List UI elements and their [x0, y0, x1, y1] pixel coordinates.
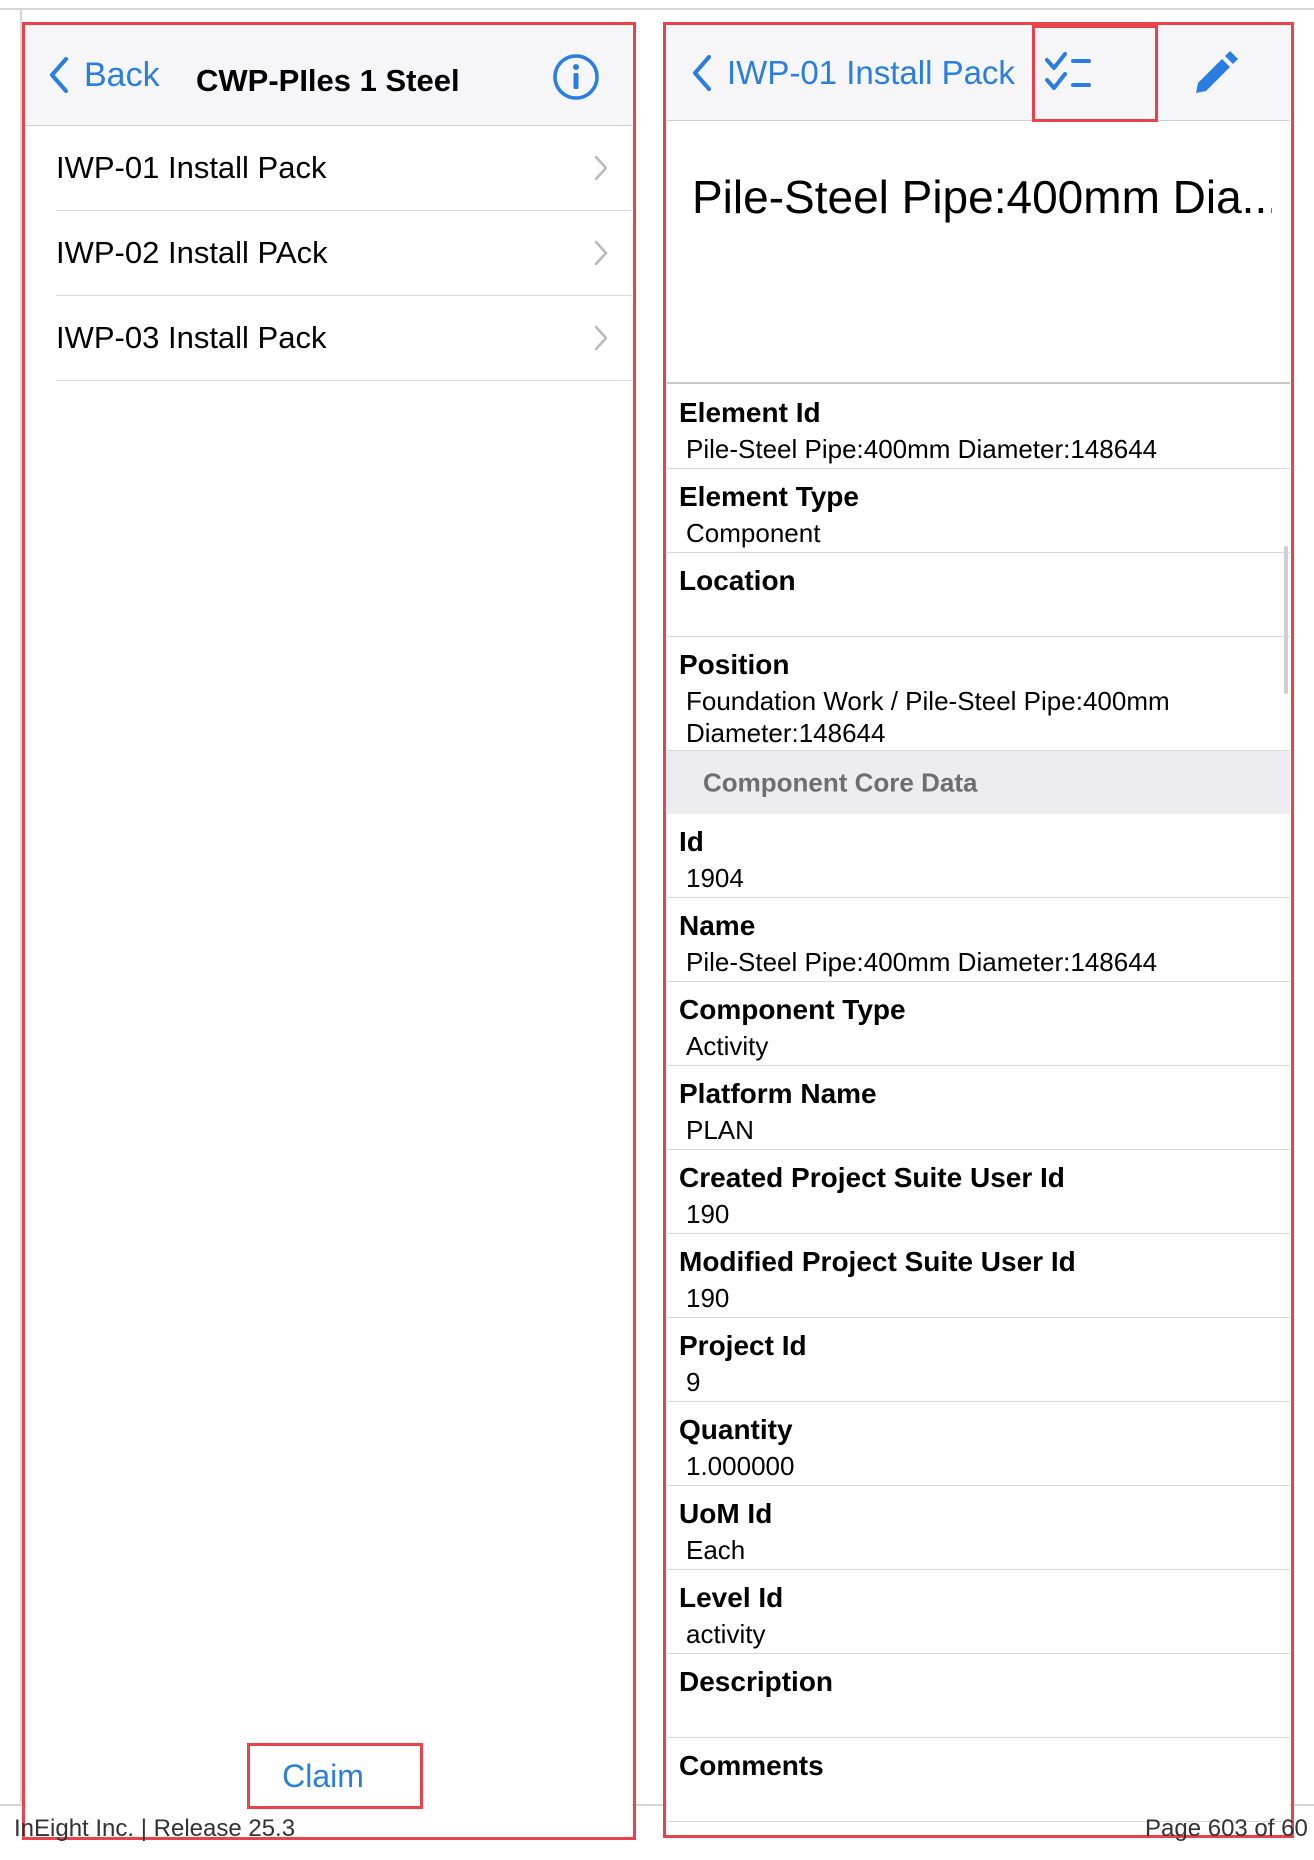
page-border-top: [0, 8, 1314, 10]
property-list: Element Id Pile-Steel Pipe:400mm Diamete…: [667, 385, 1290, 1822]
page-border-left: [20, 8, 22, 1803]
list-item[interactable]: IWP-03 Install Pack: [56, 296, 632, 381]
property-value: Component: [686, 518, 821, 548]
section-header: Component Core Data: [667, 751, 1290, 814]
page-title: CWP-PIles 1 Steel: [196, 63, 460, 98]
property-row: Id 1904: [667, 814, 1290, 898]
footer-release-info: InEight Inc. | Release 25.3: [14, 1815, 296, 1842]
property-value: activity: [686, 1619, 766, 1649]
property-row: Element Id Pile-Steel Pipe:400mm Diamete…: [667, 385, 1290, 469]
list-item[interactable]: IWP-02 Install PAck: [56, 211, 632, 296]
property-label: Comments: [679, 1750, 824, 1781]
property-label: Component Type: [679, 994, 906, 1025]
property-row: UoM Id Each: [667, 1486, 1290, 1570]
pencil-icon: [1196, 51, 1238, 93]
property-label: Name: [679, 910, 756, 941]
property-row: Element Type Component: [667, 469, 1290, 553]
property-row: Quantity 1.000000: [667, 1402, 1290, 1486]
list-item[interactable]: IWP-01 Install Pack: [56, 126, 632, 211]
list-item-label: IWP-01 Install Pack: [56, 150, 327, 185]
right-nav-bar: IWP-01 Install Pack: [667, 25, 1290, 121]
property-row: Project Id 9: [667, 1318, 1290, 1402]
property-value: 1904: [686, 863, 744, 893]
element-detail-pane: IWP-01 Install Pack Pile-Steel Pipe:400m…: [667, 25, 1290, 1835]
list-item-label: IWP-03 Install Pack: [56, 320, 327, 355]
info-button[interactable]: [552, 53, 600, 101]
chevron-right-icon: [594, 155, 608, 181]
property-label: Element Type: [679, 481, 859, 512]
property-label: UoM Id: [679, 1498, 773, 1529]
property-value: 190: [686, 1283, 730, 1313]
property-row: Name Pile-Steel Pipe:400mm Diameter:1486…: [667, 898, 1290, 982]
property-label: Platform Name: [679, 1078, 877, 1109]
property-label: Quantity: [679, 1414, 793, 1445]
install-pack-list: IWP-01 Install Pack IWP-02 Install PAck …: [26, 126, 632, 381]
chevron-right-icon: [594, 325, 608, 351]
edit-button[interactable]: [1190, 45, 1242, 97]
property-row: Component Type Activity: [667, 982, 1290, 1066]
divider: [667, 382, 1290, 384]
property-label: Location: [679, 565, 796, 596]
property-value: Each: [686, 1535, 746, 1565]
element-title: Pile-Steel Pipe:400mm Dia...: [692, 171, 1272, 223]
property-row: Modified Project Suite User Id 190: [667, 1234, 1290, 1318]
work-package-list-pane: Back CWP-PIles 1 Steel IWP-01 Install Pa…: [26, 25, 632, 1838]
claim-button[interactable]: Claim: [248, 1747, 398, 1805]
property-row: Position Foundation Work / Pile-Steel Pi…: [667, 637, 1290, 751]
property-label: Id: [679, 826, 704, 857]
footer-page-number: Page 603 of 60: [1145, 1815, 1308, 1842]
property-value: Pile-Steel Pipe:400mm Diameter:148644: [686, 434, 1158, 464]
chevron-left-icon: [50, 57, 68, 93]
scroll-indicator[interactable]: [1284, 546, 1288, 694]
info-circle-icon: [553, 54, 599, 100]
back-label: Back: [84, 55, 160, 94]
property-label: Project Id: [679, 1330, 807, 1361]
property-row: Location: [667, 553, 1290, 637]
section-label: Component Core Data: [703, 767, 978, 797]
property-value: 9: [686, 1367, 701, 1397]
property-row: Description: [667, 1654, 1290, 1738]
property-value: Pile-Steel Pipe:400mm Diameter:148644: [686, 947, 1158, 977]
back-button[interactable]: Back: [48, 53, 160, 97]
checklist-icon: [1045, 52, 1091, 90]
property-value: 1.000000: [686, 1451, 795, 1481]
property-value: PLAN: [686, 1115, 754, 1145]
property-row: Platform Name PLAN: [667, 1066, 1290, 1150]
property-label: Description: [679, 1666, 834, 1697]
install-pack-back-button[interactable]: IWP-01 Install Pack: [691, 53, 1015, 93]
property-value: Foundation Work / Pile-Steel Pipe:400mm …: [686, 686, 1170, 748]
property-value: Activity: [686, 1031, 769, 1061]
property-row: Created Project Suite User Id 190: [667, 1150, 1290, 1234]
property-label: Position: [679, 649, 790, 680]
chevron-left-icon: [693, 55, 711, 91]
list-item-label: IWP-02 Install PAck: [56, 235, 328, 270]
checklist-button[interactable]: [1037, 47, 1097, 99]
property-label: Element Id: [679, 397, 821, 428]
property-row: Comments: [667, 1738, 1290, 1822]
chevron-right-icon: [594, 240, 608, 266]
property-label: Level Id: [679, 1582, 784, 1613]
property-value: 190: [686, 1199, 730, 1229]
property-label: Modified Project Suite User Id: [679, 1246, 1076, 1277]
left-nav-bar: Back CWP-PIles 1 Steel: [26, 25, 632, 126]
property-label: Created Project Suite User Id: [679, 1162, 1065, 1193]
install-pack-back-label: IWP-01 Install Pack: [727, 54, 1015, 91]
property-row: Level Id activity: [667, 1570, 1290, 1654]
